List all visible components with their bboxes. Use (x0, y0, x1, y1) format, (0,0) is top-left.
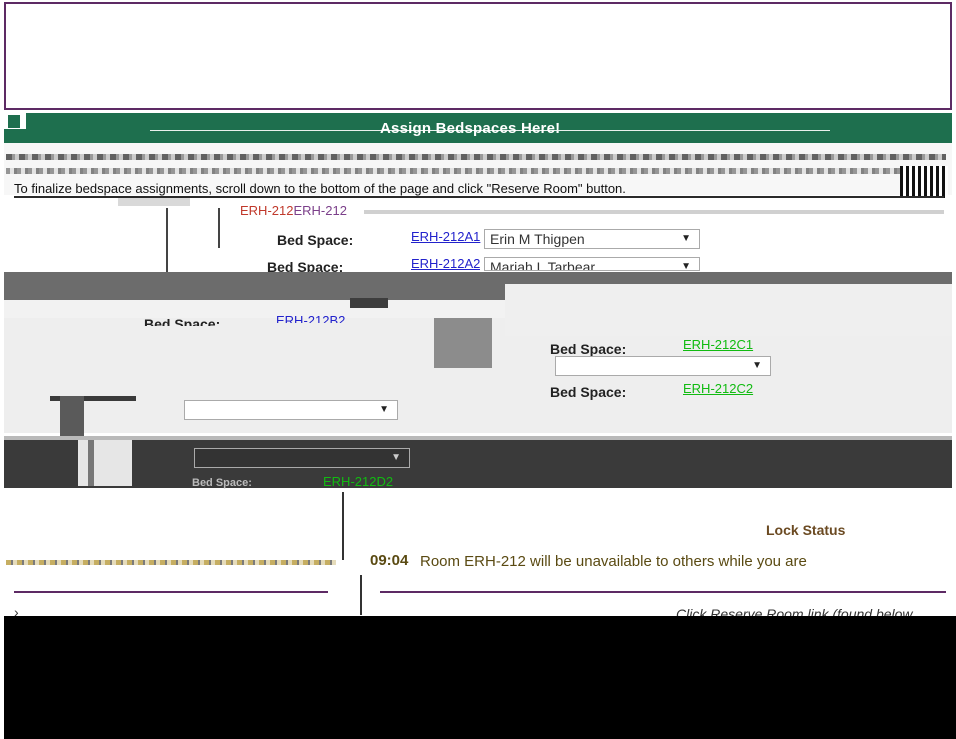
divider-bar (166, 208, 168, 272)
chevron-down-icon: ▼ (379, 404, 389, 415)
bedspace-panel-right (505, 284, 952, 336)
divider-bar (218, 208, 220, 248)
chevron-down-icon: ▼ (391, 452, 401, 463)
instruction-text: To finalize bedspace assignments, scroll… (14, 181, 626, 196)
lock-status-title: Lock Status (766, 522, 846, 538)
occupant-select-a1-value: Erin M Thigpen (490, 231, 585, 247)
garbled-text-line (6, 168, 946, 174)
bedspace-link-d2[interactable]: ERH-212D2 (323, 474, 393, 489)
bedspace-label-b2: Bed Space: (144, 316, 221, 326)
bedspace-label-c2: Bed Space: (550, 384, 627, 400)
glitch-band-edge (4, 436, 952, 440)
chevron-down-icon: ▼ (752, 360, 762, 371)
glitch-block (88, 440, 94, 486)
glitch-block (434, 318, 492, 368)
section-rule (14, 591, 328, 593)
bedspace-link-a2[interactable]: ERH-212A2 (411, 256, 480, 271)
bedspace-label-a1: Bed Space: (277, 232, 354, 248)
countdown-timer: 09:04 (370, 552, 409, 569)
lock-message: Room ERH-212 will be unavailable to othe… (420, 553, 807, 570)
room-rule (364, 210, 944, 214)
glitch-block (60, 396, 84, 436)
room-code-b: ERH-212 (293, 203, 347, 218)
occupant-select-d1[interactable]: ▼ (194, 448, 410, 468)
garbled-text-line (6, 560, 336, 565)
bedspace-link-b2[interactable]: ERH-212B2 (276, 313, 345, 323)
occupant-select-b2[interactable]: ▼ (184, 400, 398, 420)
chevron-down-icon: ▼ (681, 233, 691, 244)
gray-strip (118, 198, 190, 206)
occupant-select-a1[interactable]: Erin M Thigpen ▼ (484, 229, 700, 249)
black-footer-region (4, 616, 956, 739)
header-left-inner (8, 115, 20, 128)
bedspace-link-a1[interactable]: ERH-212A1 (411, 229, 480, 244)
occupant-select-a2[interactable]: Mariah L Tarbear ▼ (484, 257, 700, 271)
bedspace-link-c1[interactable]: ERH-212C1 (683, 337, 753, 352)
garbled-text-line (6, 154, 946, 160)
top-banner-frame (4, 2, 952, 110)
decorative-bars (900, 166, 948, 198)
vertical-divider (342, 492, 344, 560)
bedspace-label-c1: Bed Space: (550, 341, 627, 357)
room-label: ERH-212ERH-212 (240, 203, 347, 218)
occupant-select-c1[interactable]: ▼ (555, 356, 771, 376)
glitch-band-dark (4, 436, 952, 488)
chevron-down-icon: ▼ (681, 261, 691, 271)
bedspace-link-c2[interactable]: ERH-212C2 (683, 381, 753, 396)
glitch-block (78, 440, 132, 486)
page-title: Assign Bedspaces Here! (380, 120, 561, 137)
room-code-a: ERH-212 (240, 203, 294, 218)
bedspace-label-a2: Bed Space: (267, 259, 344, 272)
bedspace-label-d2: Bed Space: (192, 477, 252, 489)
glitch-block (350, 298, 388, 308)
section-rule (380, 591, 946, 593)
occupant-select-a2-value: Mariah L Tarbear (490, 259, 596, 271)
vertical-divider (360, 575, 362, 615)
